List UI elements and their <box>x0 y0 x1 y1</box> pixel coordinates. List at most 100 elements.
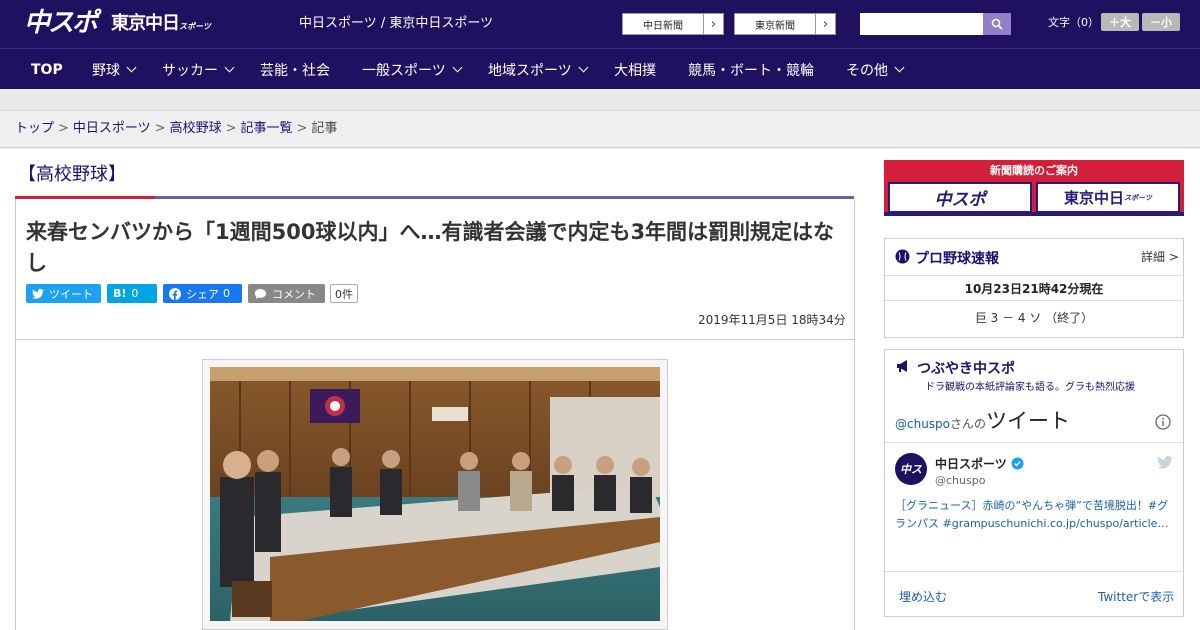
hatena-count: 0 <box>131 287 139 300</box>
twitter-icon <box>32 288 44 299</box>
comment-count: 0件 <box>330 284 358 303</box>
embed-link[interactable]: 埋め込む <box>899 588 947 605</box>
chuspo-logo[interactable]: 中スポ <box>24 6 98 40</box>
comment-button[interactable]: コメント <box>248 284 325 303</box>
tokyo-logo-text: 東京中日 <box>111 13 180 34</box>
nav-item-racing[interactable]: 競馬・ボート・競輪 <box>688 49 814 90</box>
widget-divider <box>885 442 1183 443</box>
widget-divider <box>885 300 1183 301</box>
subscribe-tokyo-sub: スポーツ <box>1124 193 1152 202</box>
verified-icon <box>1011 457 1024 470</box>
chevron-right-icon: › <box>815 14 835 34</box>
tokyo-shimbun-button[interactable]: 東京新聞 › <box>734 13 836 35</box>
nav-item-general-sports[interactable]: 一般スポーツ <box>362 49 463 90</box>
search-icon <box>991 18 1003 30</box>
chevron-down-icon <box>894 62 905 72</box>
subscription-banner[interactable]: 新聞購読のご案内 中スポ 東京中日 スポーツ <box>884 160 1184 216</box>
site-links[interactable]: 中日スポーツ / 東京中日スポーツ <box>299 16 493 32</box>
breadcrumb-separator: > <box>225 121 237 136</box>
article-photo[interactable] <box>210 367 660 621</box>
nav-label: サッカー <box>162 62 218 79</box>
hatena-bookmark-button[interactable]: B! 0 <box>107 284 157 303</box>
breadcrumb-current: 記事 <box>311 121 338 136</box>
main-nav: TOP 野球 サッカー 芸能・社会 一般スポーツ 地域スポーツ 大相撲 競馬・ボ… <box>0 48 1200 89</box>
facebook-share-button[interactable]: シェア 0 <box>163 284 242 303</box>
account-avatar[interactable]: 中ス <box>895 453 927 485</box>
pro-baseball-title: プロ野球速報 <box>915 251 999 267</box>
font-size-label: 文字（0） <box>1048 16 1099 29</box>
nav-item-entertainment[interactable]: 芸能・社会 <box>260 49 330 90</box>
tweet-text[interactable]: ［グラニュース］赤崎の“やんちゃ弾”で苦境脱出！#グランパス #grampusc… <box>895 497 1175 533</box>
breadcrumb-separator: > <box>154 121 166 136</box>
facebook-count: 0 <box>223 287 230 300</box>
view-on-twitter-link[interactable]: Twitterで表示 <box>1098 588 1174 605</box>
megaphone-icon <box>897 360 907 372</box>
meeting-photo-illustration <box>210 367 660 621</box>
breadcrumb-separator: > <box>296 121 308 136</box>
tweets-widget: つぶやき中スポ ドラ観戦の本紙評論家も語る。グラも熱烈応援 @chuspoさんの… <box>884 349 1184 617</box>
tweets-subtitle: ドラ観戦の本紙評論家も語る。グラも熱烈応援 <box>925 382 1135 393</box>
article-date: 2019年11月5日 18時34分 <box>698 313 846 327</box>
ad-ribbon <box>0 89 1200 111</box>
nav-item-sumo[interactable]: 大相撲 <box>614 49 656 90</box>
baseball-icon <box>895 249 910 264</box>
breadcrumb-article-list[interactable]: 記事一覧 <box>241 121 293 136</box>
tweets-handle-suffix: さんの <box>950 417 987 431</box>
tweet-button[interactable]: ツイート <box>26 284 101 303</box>
nav-item-soccer[interactable]: サッカー <box>162 49 235 90</box>
widget-divider <box>885 571 1183 572</box>
breadcrumb-chunichi-sports[interactable]: 中日スポーツ <box>73 121 151 136</box>
chevron-down-icon <box>126 62 137 72</box>
tweets-title: つぶやき中スポ <box>917 361 1015 377</box>
tweet-label: ツイート <box>49 287 93 301</box>
chevron-down-icon <box>452 62 463 72</box>
font-smaller-button[interactable]: －小 <box>1142 13 1180 31</box>
pro-baseball-score[interactable]: 巨 3 － 4 ソ （終了） <box>885 309 1183 326</box>
section-title: 【高校野球】 <box>18 164 126 185</box>
nav-item-regional-sports[interactable]: 地域スポーツ <box>488 49 589 90</box>
article-headline: 来春センバツから「1週間500球以内」へ…有識者会議で内定も3年間は罰則規定はな… <box>26 220 835 275</box>
subscription-title: 新聞購読のご案内 <box>990 164 1078 177</box>
tweets-handle[interactable]: @chuspo <box>895 417 950 431</box>
chevron-down-icon <box>578 62 589 72</box>
breadcrumb-top[interactable]: トップ <box>15 121 54 136</box>
chunichi-shimbun-label: 中日新聞 <box>643 20 683 32</box>
tokyo-chunichi-logo[interactable]: 東京中日スポーツ <box>111 10 211 41</box>
subscribe-tokyo-button[interactable]: 東京中日 スポーツ <box>1036 182 1180 213</box>
account-name-row[interactable]: 中日スポーツ <box>935 455 1024 472</box>
chunichi-shimbun-button[interactable]: 中日新聞 › <box>622 13 724 35</box>
nav-item-baseball[interactable]: 野球 <box>92 49 137 90</box>
nav-item-other[interactable]: その他 <box>846 49 905 90</box>
pro-baseball-time: 10月23日21時42分現在 <box>964 282 1104 296</box>
search-input[interactable] <box>860 13 983 35</box>
font-larger-button[interactable]: ＋大 <box>1101 13 1139 31</box>
comment-icon <box>254 288 267 299</box>
facebook-label: シェア <box>186 287 219 301</box>
search-button[interactable] <box>983 13 1011 35</box>
tokyo-shimbun-label: 東京新聞 <box>755 20 795 32</box>
account-name: 中日スポーツ <box>935 457 1007 471</box>
account-handle: @chuspo <box>935 474 986 487</box>
nav-label: 一般スポーツ <box>362 62 446 79</box>
nav-label: 地域スポーツ <box>488 62 572 79</box>
nav-label: その他 <box>846 62 888 79</box>
subscribe-tokyo-text: 東京中日 <box>1064 189 1125 207</box>
nav-label: 競馬・ボート・競輪 <box>688 62 814 79</box>
nav-label: 大相撲 <box>614 62 656 79</box>
breadcrumb-high-school-baseball[interactable]: 高校野球 <box>170 121 222 136</box>
site-header: 中スポ 東京中日スポーツ 中日スポーツ / 東京中日スポーツ 中日新聞 › 東京… <box>0 0 1200 48</box>
chevron-right-icon: › <box>703 14 723 34</box>
breadcrumb-separator: > <box>58 121 69 136</box>
comment-label: コメント <box>272 287 316 301</box>
subscribe-chuspo-button[interactable]: 中スポ <box>888 182 1032 213</box>
nav-item-top[interactable]: TOP <box>31 49 63 90</box>
hatena-icon: B! <box>113 287 127 300</box>
twitter-icon[interactable] <box>1157 456 1173 469</box>
banner-underline <box>884 212 1184 216</box>
nav-label: 芸能・社会 <box>260 62 330 79</box>
nav-label: 野球 <box>92 62 120 79</box>
widget-divider <box>885 275 1183 276</box>
facebook-icon <box>169 287 181 300</box>
pro-baseball-detail-link[interactable]: 詳細 > <box>1141 248 1179 265</box>
info-icon[interactable] <box>1155 414 1171 430</box>
